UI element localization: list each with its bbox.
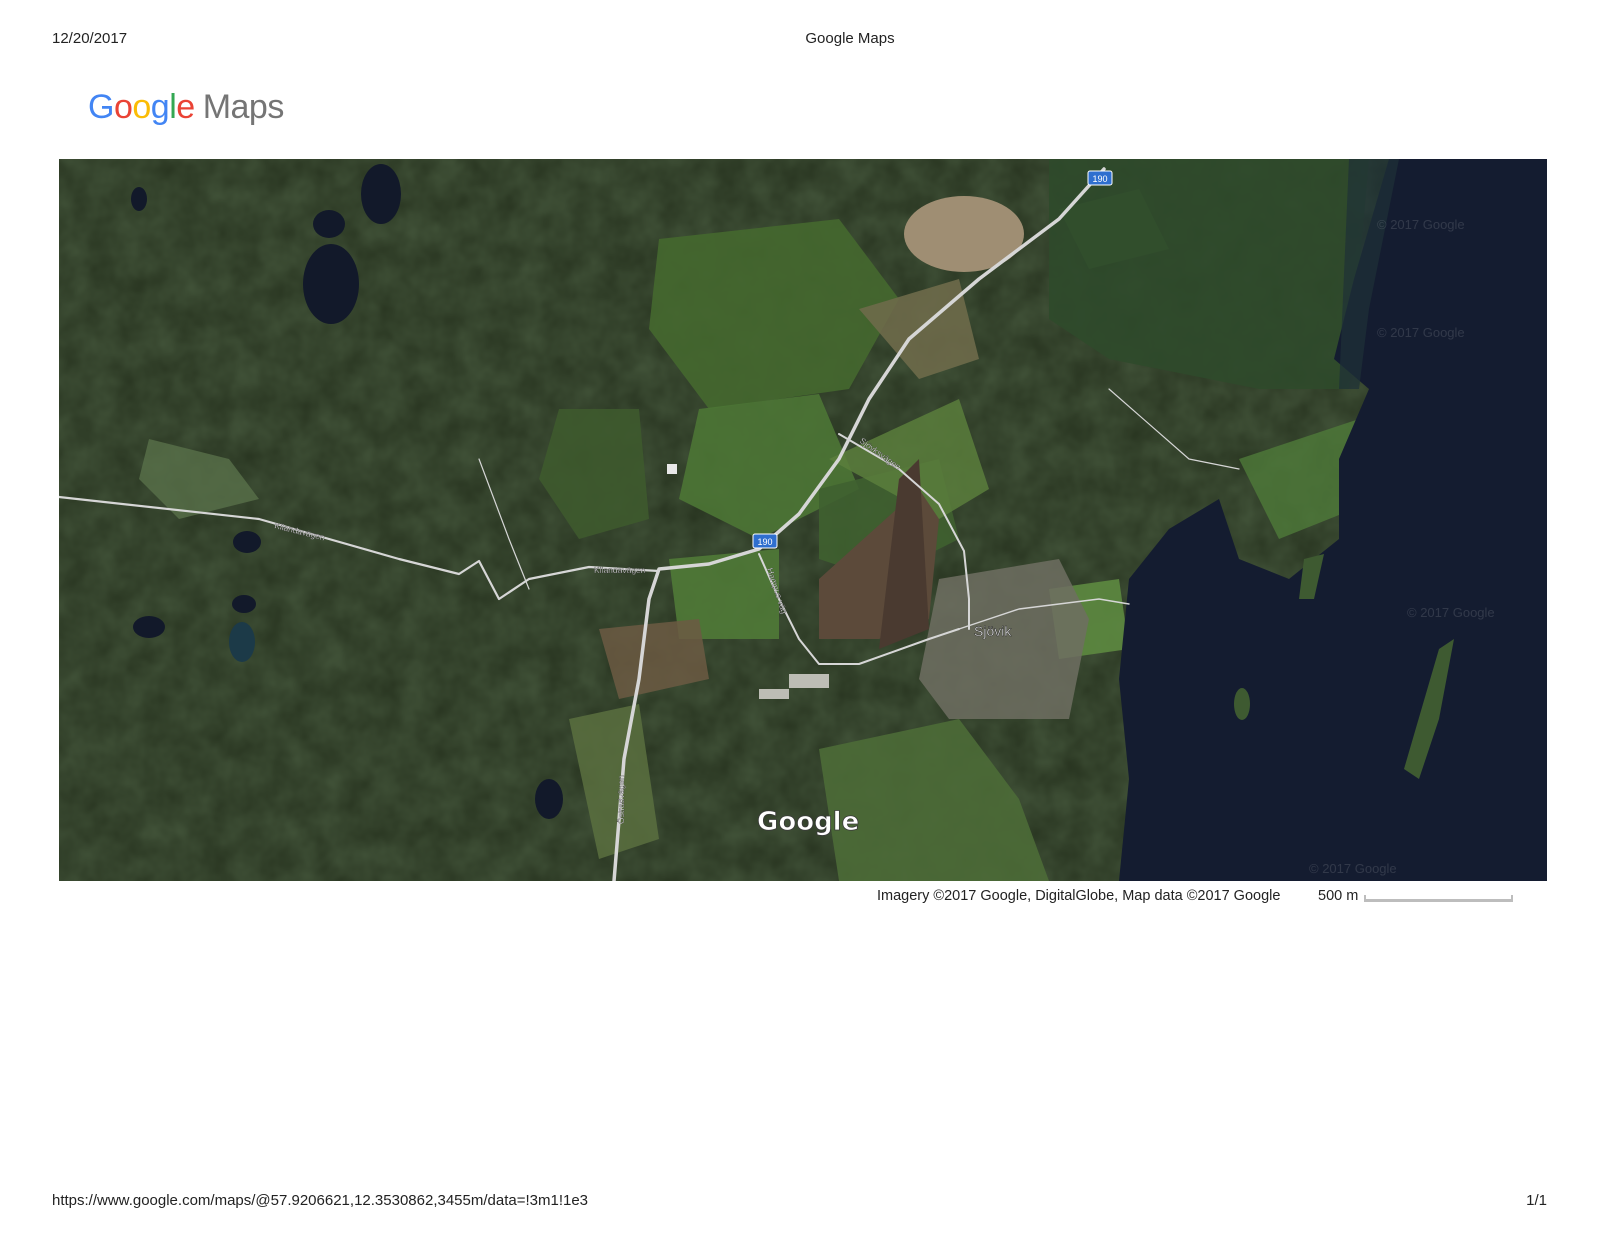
satellite-map[interactable]: 190 190 Kilandavägen Kilandavägen Sjövks… bbox=[59, 159, 1547, 881]
logo-letter-o2: o bbox=[132, 88, 151, 126]
google-maps-logo: Google Maps bbox=[88, 88, 284, 127]
logo-letter-e: e bbox=[176, 88, 195, 126]
road-label-kilandavagen-east: Kilandavägen bbox=[594, 565, 646, 575]
logo-letter-g2: g bbox=[150, 88, 170, 126]
route-190-shield-north: 190 bbox=[1087, 170, 1113, 186]
print-header-title: Google Maps bbox=[805, 30, 895, 47]
logo-letter-o1: o bbox=[113, 88, 133, 126]
print-footer-url: https://www.google.com/maps/@57.9206621,… bbox=[52, 1192, 589, 1209]
road-label-ostradvagen: Östradvägen bbox=[616, 775, 626, 824]
tile-watermark-4: © 2017 Google bbox=[1309, 861, 1397, 876]
google-watermark: Google bbox=[757, 807, 859, 837]
map-attribution: Imagery ©2017 Google, DigitalGlobe, Map … bbox=[877, 888, 1281, 904]
place-label-sjovik: Sjövik bbox=[974, 623, 1012, 639]
scale-bar bbox=[1364, 895, 1513, 902]
logo-maps-word: Maps bbox=[202, 88, 285, 126]
logo-letter-g: G bbox=[88, 88, 114, 126]
tile-watermark-1: © 2017 Google bbox=[1377, 217, 1465, 232]
route-190-label-north: 190 bbox=[1092, 174, 1107, 184]
tile-watermark-3: © 2017 Google bbox=[1407, 605, 1495, 620]
village-sjovik bbox=[919, 559, 1089, 719]
tile-watermark-2: © 2017 Google bbox=[1377, 325, 1465, 340]
print-footer-page-number: 1/1 bbox=[1526, 1192, 1547, 1209]
satellite-imagery: 190 190 Kilandavägen Kilandavägen Sjövks… bbox=[59, 159, 1547, 881]
route-190-shield-mid: 190 bbox=[752, 533, 778, 549]
scale-label: 500 m bbox=[1318, 888, 1359, 904]
island-2 bbox=[1234, 688, 1250, 720]
route-190-label-mid: 190 bbox=[757, 537, 772, 547]
